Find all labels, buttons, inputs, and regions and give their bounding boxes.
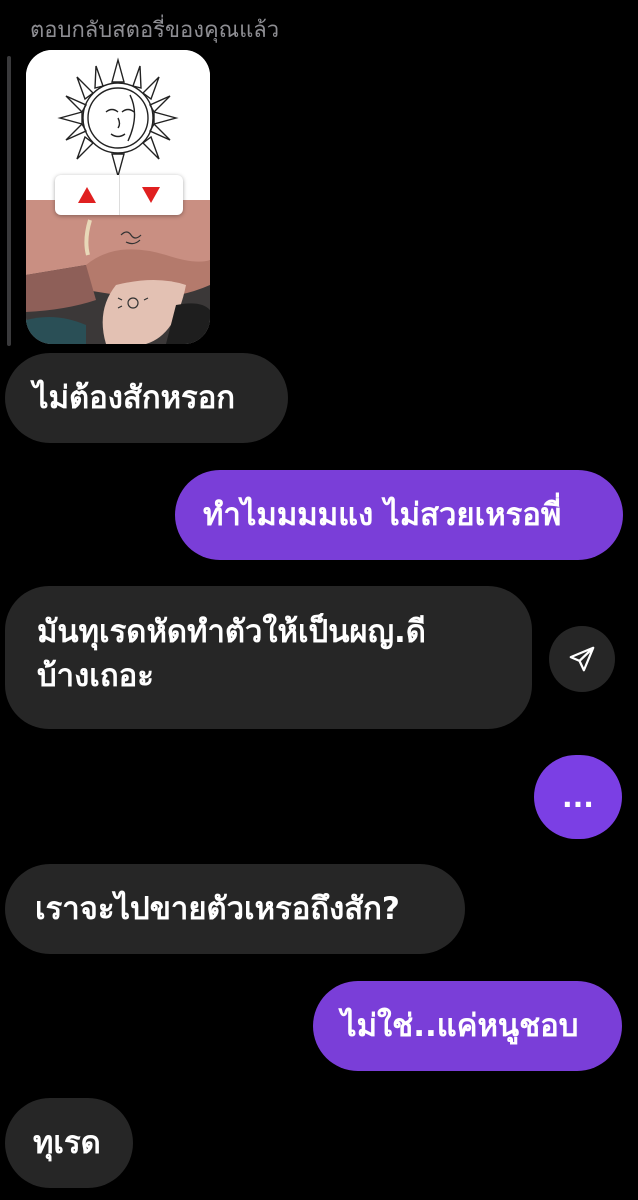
message-bubble-incoming[interactable]: เราจะไปขายตัวเหรอถึงสัก? — [5, 864, 465, 954]
message-bubble-incoming[interactable]: มันทุเรดหัดทำตัวให้เป็นผญ.ดี บ้างเถอะ — [5, 586, 532, 729]
story-reply-label: ตอบกลับสตอรี่ของคุณแล้ว — [30, 18, 280, 43]
story-reply-bar — [7, 56, 11, 346]
send-icon — [569, 646, 595, 672]
message-text-line: มันทุเรดหัดทำตัวให้เป็นผญ.ดี — [37, 614, 426, 650]
message-bubble-incoming[interactable]: ไม่ต้องสักหรอก — [5, 353, 288, 443]
poll-up-option — [55, 175, 119, 215]
message-bubble-outgoing[interactable]: ไม่ใช่..แค่หนูชอบ — [313, 981, 622, 1071]
share-button[interactable] — [549, 626, 615, 692]
message-text: ... — [562, 780, 594, 814]
message-text: ทำไมมมมแง ไม่สวยเหรอพี่ — [203, 497, 562, 533]
story-poll-sticker — [55, 175, 183, 215]
message-text: เราจะไปขายตัวเหรอถึงสัก? — [35, 891, 400, 927]
poll-down-option — [118, 175, 184, 215]
triangle-up-icon — [77, 187, 96, 203]
message-text: ทุเรด — [33, 1125, 101, 1161]
story-thumbnail[interactable] — [26, 50, 210, 344]
message-bubble-outgoing[interactable]: ... — [534, 755, 622, 839]
message-text: ไม่ใช่..แค่หนูชอบ — [341, 1008, 579, 1044]
message-text-line: บ้างเถอะ — [37, 658, 154, 694]
message-bubble-outgoing[interactable]: ทำไมมมมแง ไม่สวยเหรอพี่ — [175, 470, 623, 560]
message-text: ไม่ต้องสักหรอก — [33, 380, 236, 416]
message-bubble-incoming[interactable]: ทุเรด — [5, 1098, 133, 1188]
triangle-down-icon — [142, 187, 161, 203]
